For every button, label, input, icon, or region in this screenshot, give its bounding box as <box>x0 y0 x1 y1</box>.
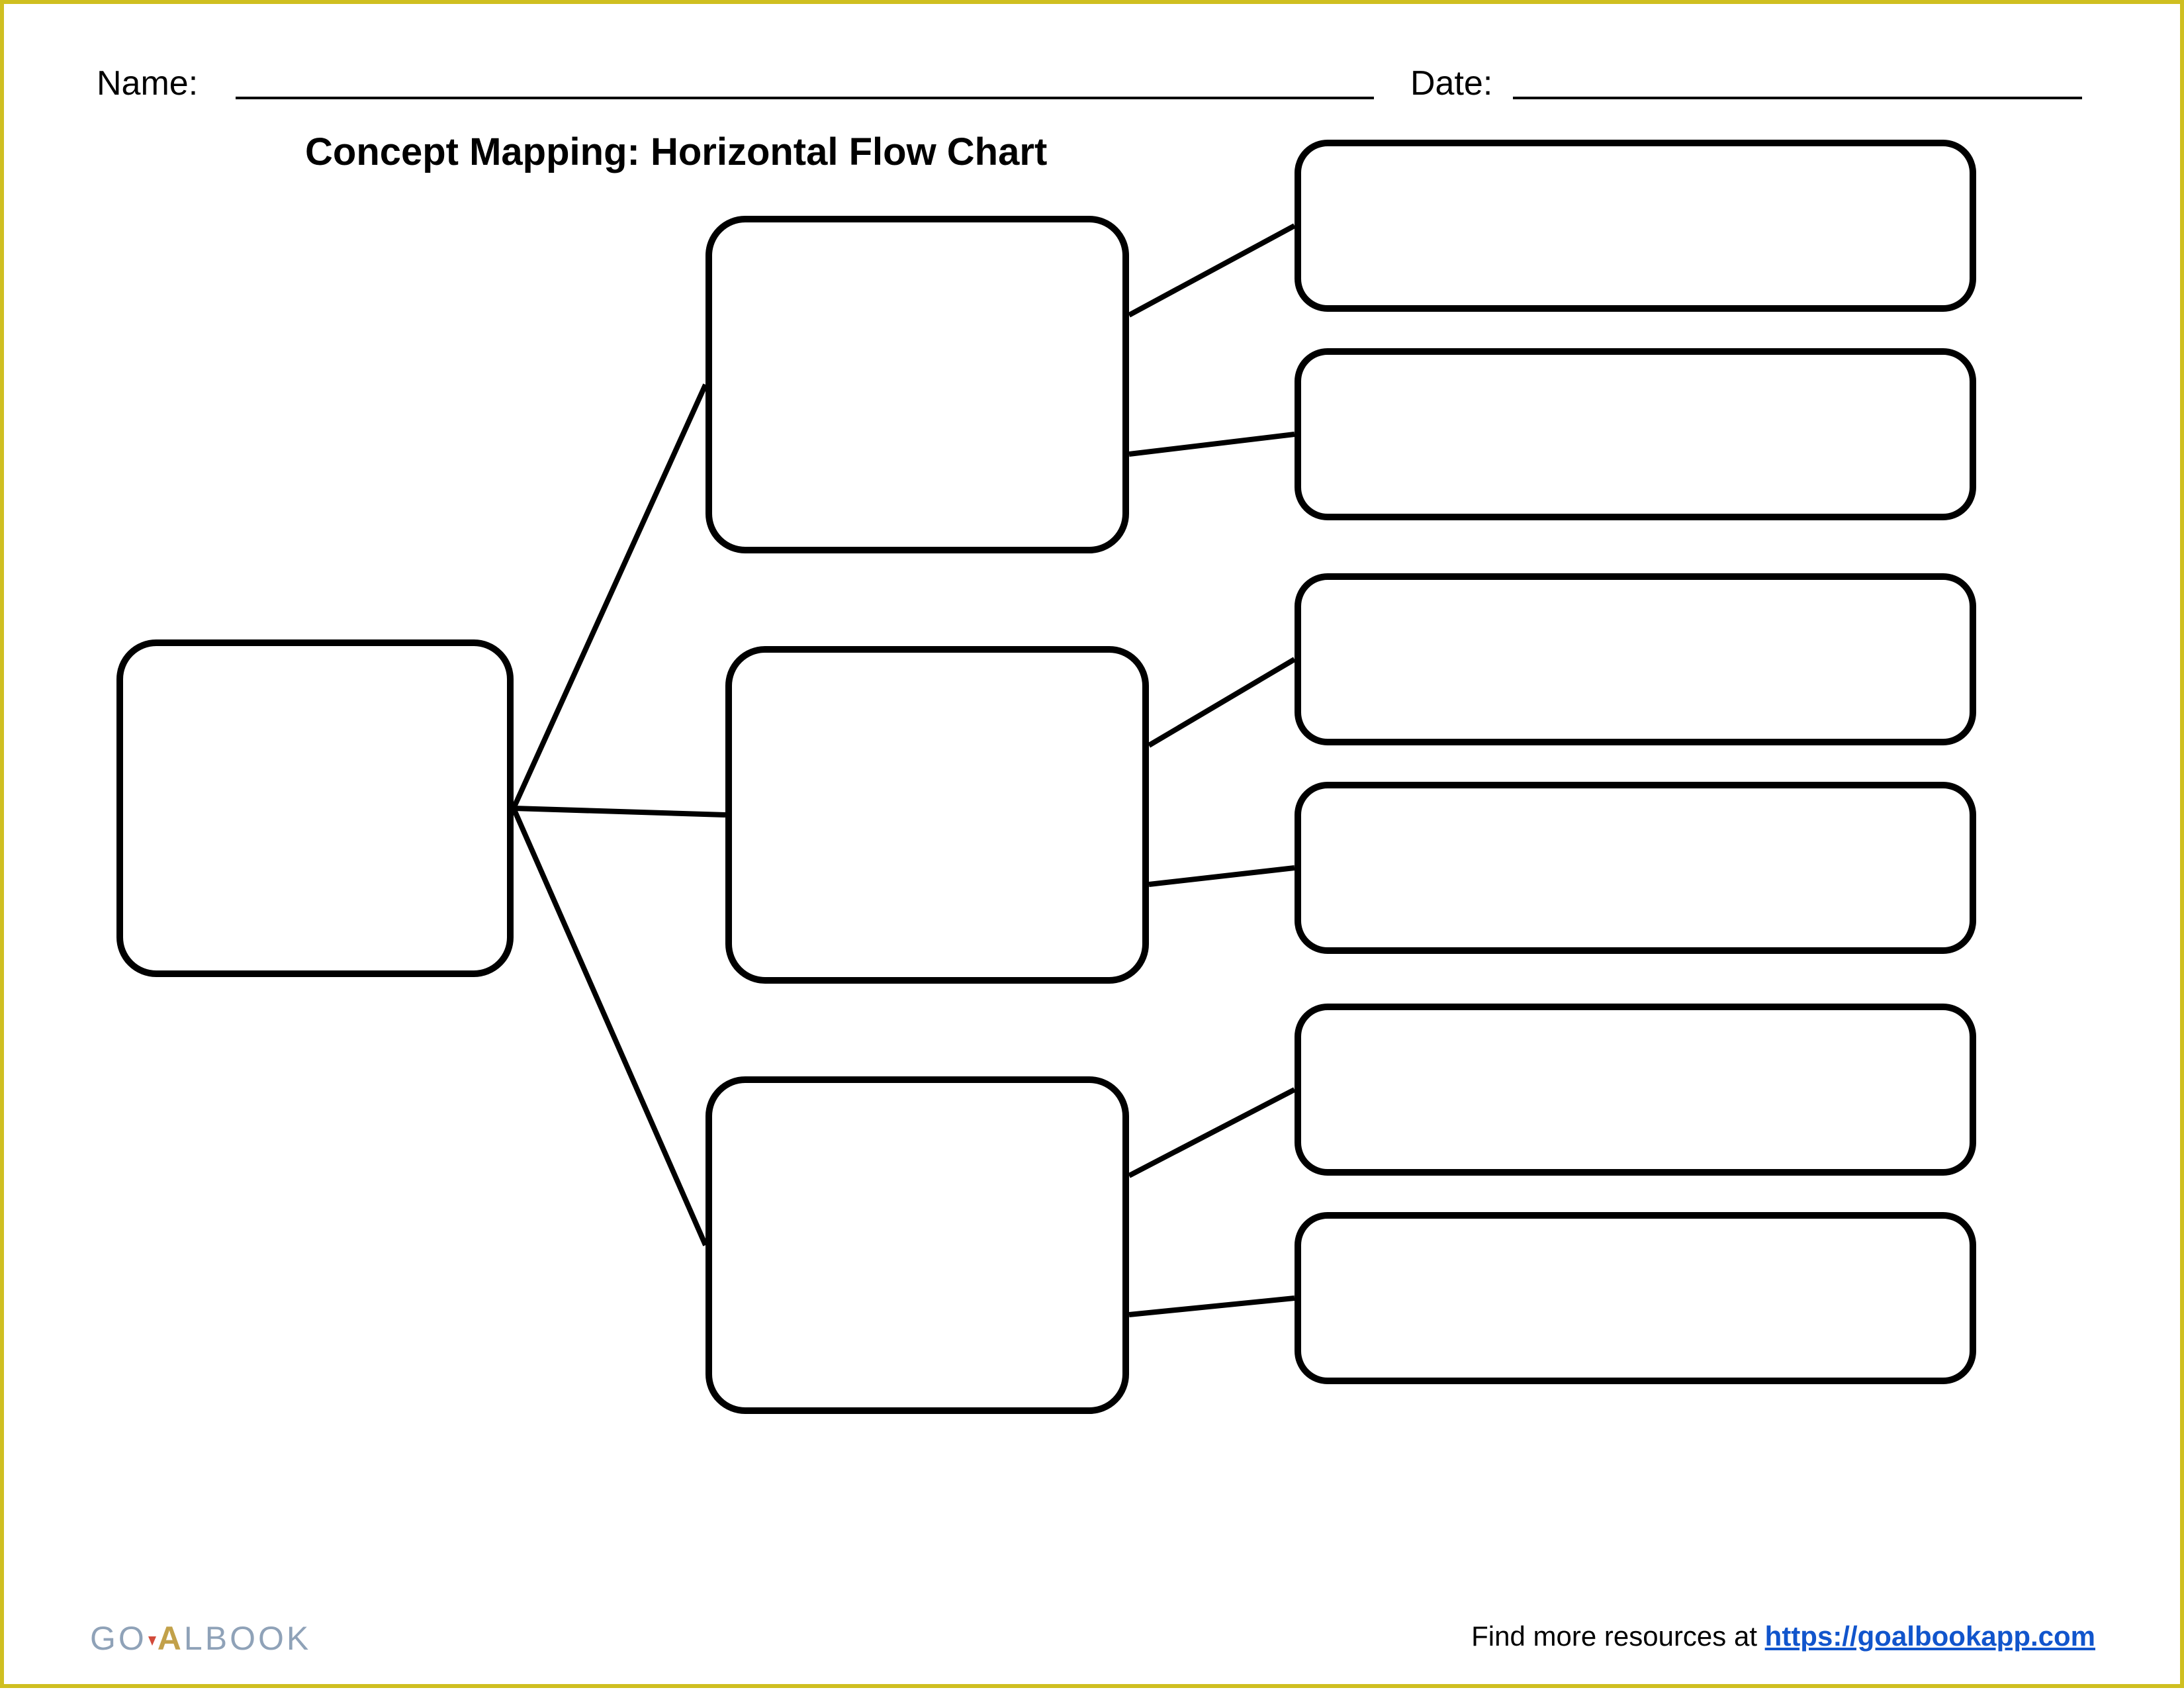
leaf-node[interactable] <box>1295 1004 1976 1176</box>
page-title: Concept Mapping: Horizontal Flow Chart <box>305 130 1047 174</box>
leaf-node[interactable] <box>1295 348 1976 520</box>
logo-text-mid: A <box>158 1620 184 1657</box>
logo-text-left: GO <box>90 1620 147 1657</box>
mid-node[interactable] <box>705 216 1129 553</box>
worksheet-footer: GO ALBOOK Find more resources at https://… <box>4 1605 2184 1658</box>
logo-text-right: LBOOK <box>184 1620 311 1657</box>
date-label: Date: <box>1410 64 1492 103</box>
worksheet-page: Name: Date: Concept Mapping: Horizontal … <box>0 0 2184 1688</box>
date-input-line[interactable] <box>1513 97 2082 99</box>
leaf-node[interactable] <box>1295 782 1976 954</box>
footer-link[interactable]: https://goalbookapp.com <box>1765 1621 2095 1652</box>
mid-node[interactable] <box>725 646 1149 984</box>
name-input-line[interactable] <box>236 97 1374 99</box>
leaf-node[interactable] <box>1295 140 1976 312</box>
leaf-node[interactable] <box>1295 1212 1976 1384</box>
goalbook-logo: GO ALBOOK <box>90 1619 311 1658</box>
mid-node[interactable] <box>705 1076 1129 1414</box>
root-node[interactable] <box>116 639 514 977</box>
leaf-node[interactable] <box>1295 573 1976 745</box>
footer-credit: Find more resources at https://goalbooka… <box>1471 1621 2095 1652</box>
pin-icon <box>148 1636 156 1646</box>
footer-credit-text: Find more resources at <box>1471 1621 1765 1652</box>
name-label: Name: <box>97 64 198 103</box>
